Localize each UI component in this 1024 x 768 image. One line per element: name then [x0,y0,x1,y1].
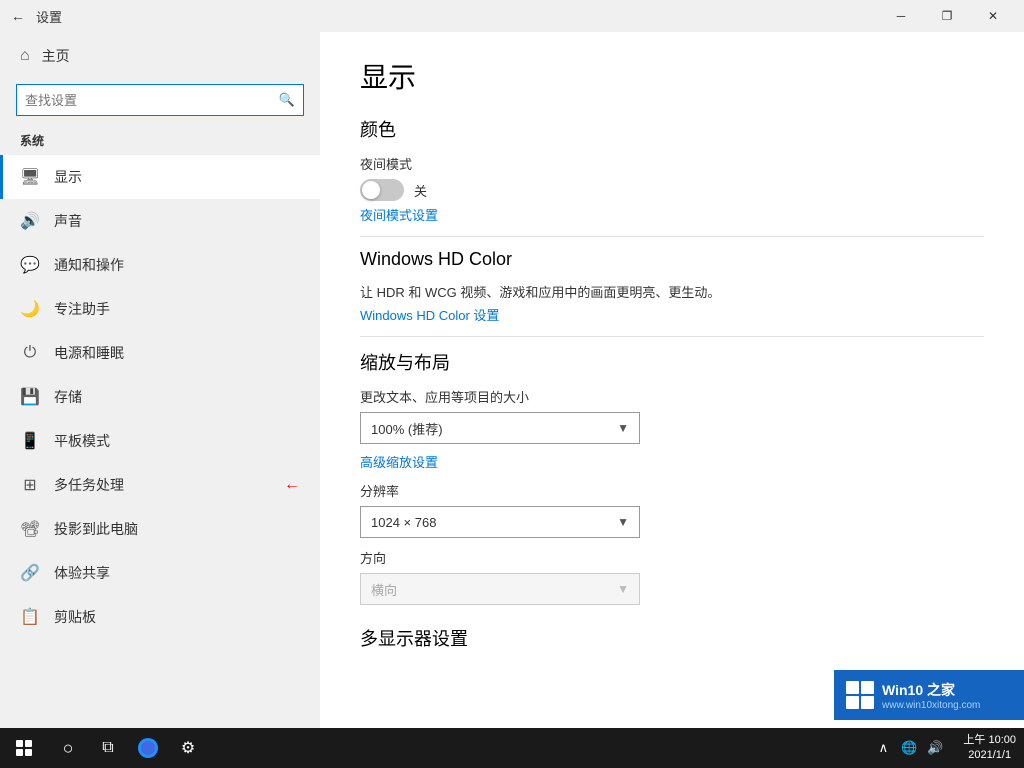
sidebar-item-sound[interactable]: 🔊 声音 [0,199,320,243]
scale-chevron-icon: ▼ [617,421,629,435]
search-icon: 🔍 [279,92,295,108]
hdr-description: 让 HDR 和 WCG 视频、游戏和应用中的画面更明亮、更生动。 [360,282,984,301]
orientation-chevron-icon: ▼ [617,582,629,596]
sound-icon: 🔊 [20,211,40,231]
taskbar-multitask-button[interactable]: ⧉ [88,728,128,768]
watermark: Win10 之家 www.win10xitong.com [834,670,1024,720]
sidebar-item-notifications[interactable]: 💬 通知和操作 [0,243,320,287]
close-button[interactable]: ✕ [970,0,1016,32]
cortana-inner-icon [141,741,155,755]
windows-logo-icon [16,740,32,756]
notifications-icon: 💬 [20,255,40,275]
toggle-knob [362,181,380,199]
nav-arrow-icon: ← [284,476,300,494]
scale-dropdown[interactable]: 100% (推荐) ▼ [360,412,640,444]
win-logo-icon [846,681,874,709]
system-section-label: 系统 [0,128,320,155]
sidebar-item-display[interactable]: 🖥 显示 [0,155,320,199]
storage-icon: 💾 [20,387,40,407]
advanced-scale-link[interactable]: 高级缩放设置 [360,452,984,471]
content-area: 显示 颜色 夜间模式 关 夜间模式设置 Windows HD Color 让 H… [320,32,1024,728]
back-button[interactable]: ← [8,6,28,26]
taskbar-tray: ∧ 🌐 🔊 [863,728,955,768]
night-mode-settings-link[interactable]: 夜间模式设置 [360,205,984,224]
sidebar-item-multitask[interactable]: ⊞ 多任务处理 ← [0,463,320,507]
multitask-icon: ⊞ [20,475,40,495]
orientation-dropdown-container: 横向 ▼ [360,573,640,605]
home-icon: ⌂ [20,47,30,65]
night-mode-toggle-row: 关 [360,179,984,201]
taskbar-settings-button[interactable]: ⚙ [168,728,208,768]
night-mode-label: 夜间模式 [360,154,984,173]
taskbar-cortana-button[interactable] [128,728,168,768]
minimize-button[interactable]: ─ [878,0,924,32]
orientation-label: 方向 [360,548,984,567]
divider-1 [360,236,984,237]
sidebar-item-project[interactable]: 📽 投影到此电脑 [0,507,320,551]
tray-network-icon[interactable]: 🌐 [897,728,921,768]
app-container: ⌂ 主页 🔍 系统 🖥 显示 🔊 声音 💬 通知和操作 🌙 专注助手 ⏻ 电源和… [0,32,1024,728]
share-icon: 🔗 [20,563,40,583]
tray-expand-icon[interactable]: ∧ [871,728,895,768]
watermark-title: Win10 之家 [882,680,980,700]
night-mode-toggle[interactable] [360,179,404,201]
clock-date: 2021/1/1 [963,748,1016,763]
resolution-chevron-icon: ▼ [617,515,629,529]
orientation-dropdown: 横向 ▼ [360,573,640,605]
scale-value: 100% (推荐) [371,419,443,438]
sidebar-item-clipboard[interactable]: 📋 剪贴板 [0,595,320,639]
scale-label: 更改文本、应用等项目的大小 [360,387,984,406]
nav-list: 🖥 显示 🔊 声音 💬 通知和操作 🌙 专注助手 ⏻ 电源和睡眠 💾 存储 📱 … [0,155,320,639]
titlebar: ← 设置 ─ ❐ ✕ [0,0,1024,32]
tray-volume-icon[interactable]: 🔊 [923,728,947,768]
tray-clock[interactable]: 上午 10:00 2021/1/1 [955,733,1024,764]
maximize-button[interactable]: ❐ [924,0,970,32]
cortana-icon [138,738,158,758]
search-input[interactable] [25,93,279,108]
sidebar: ⌂ 主页 🔍 系统 🖥 显示 🔊 声音 💬 通知和操作 🌙 专注助手 ⏻ 电源和… [0,32,320,728]
tablet-icon: 📱 [20,431,40,451]
taskbar: ○ ⧉ ⚙ ∧ 🌐 🔊 上午 10:00 2021/1/1 [0,728,1024,768]
window-controls: ─ ❐ ✕ [878,0,1016,32]
page-title: 显示 [360,56,984,96]
sidebar-item-power[interactable]: ⏻ 电源和睡眠 [0,331,320,375]
clock-time: 上午 10:00 [963,733,1016,748]
orientation-value: 横向 [371,580,397,599]
sidebar-home-label: 主页 [42,46,70,66]
search-box[interactable]: 🔍 [16,84,304,116]
sidebar-item-share[interactable]: 🔗 体验共享 [0,551,320,595]
watermark-text-block: Win10 之家 www.win10xitong.com [882,680,980,711]
taskbar-search-button[interactable]: ○ [48,728,88,768]
sidebar-item-tablet[interactable]: 📱 平板模式 [0,419,320,463]
titlebar-title: 设置 [36,7,62,26]
hdr-section-title: Windows HD Color [360,249,984,270]
focus-icon: 🌙 [20,299,40,319]
divider-2 [360,336,984,337]
multi-monitor-section-title: 多显示器设置 [360,625,984,651]
project-icon: 📽 [20,519,40,539]
toggle-state-label: 关 [414,181,427,200]
sidebar-item-storage[interactable]: 💾 存储 [0,375,320,419]
resolution-dropdown-container: 1024 × 768 ▼ [360,506,640,538]
scale-section-title: 缩放与布局 [360,349,984,375]
sidebar-item-focus[interactable]: 🌙 专注助手 [0,287,320,331]
resolution-label: 分辨率 [360,481,984,500]
color-section-title: 颜色 [360,116,984,142]
display-icon: 🖥 [20,167,40,187]
sidebar-home-button[interactable]: ⌂ 主页 [0,32,320,80]
power-icon: ⏻ [20,344,40,362]
watermark-url: www.win10xitong.com [882,700,980,711]
hdr-settings-link[interactable]: Windows HD Color 设置 [360,305,984,324]
start-button[interactable] [0,728,48,768]
clipboard-icon: 📋 [20,607,40,627]
resolution-value: 1024 × 768 [371,515,436,530]
scale-dropdown-container: 100% (推荐) ▼ [360,412,640,444]
resolution-dropdown[interactable]: 1024 × 768 ▼ [360,506,640,538]
